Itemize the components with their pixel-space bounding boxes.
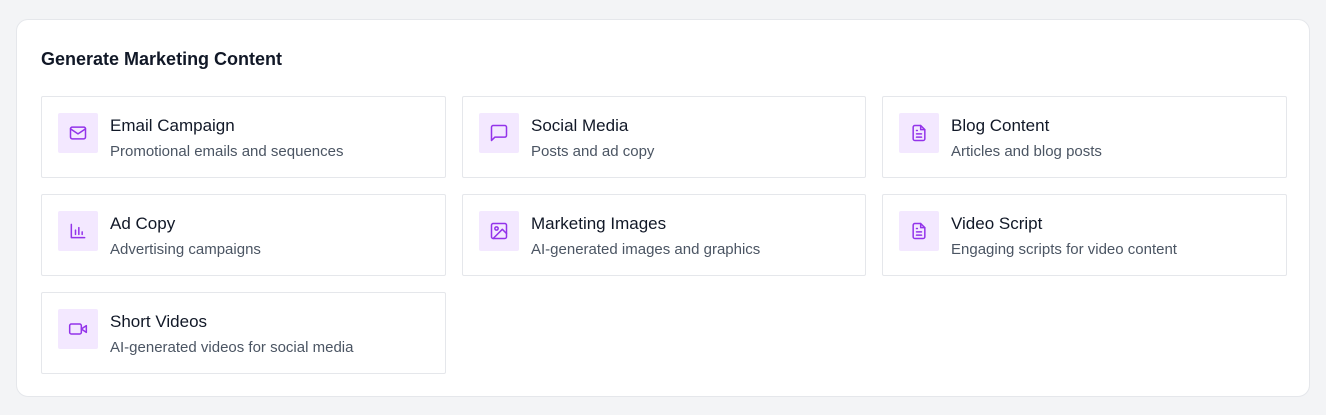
bar-chart-icon	[58, 211, 98, 251]
card-description: Engaging scripts for video content	[951, 241, 1177, 258]
card-description: AI-generated images and graphics	[531, 241, 761, 258]
card-title: Short Videos	[110, 312, 208, 331]
file-text-icon	[899, 211, 939, 251]
card-title: Social Media	[531, 116, 629, 135]
file-text-icon	[899, 113, 939, 153]
image-icon	[479, 211, 519, 251]
card-blog-content[interactable]: Blog Content Articles and blog posts	[882, 96, 1287, 178]
generate-marketing-content-panel: Generate Marketing Content Email Campaig…	[16, 19, 1310, 397]
message-square-icon	[479, 113, 519, 153]
card-social-media[interactable]: Social Media Posts and ad copy	[462, 96, 866, 178]
page-title: Generate Marketing Content	[41, 49, 283, 69]
card-title: Ad Copy	[110, 214, 176, 233]
card-title: Blog Content	[951, 116, 1050, 135]
card-description: Articles and blog posts	[951, 143, 1102, 160]
card-email-campaign[interactable]: Email Campaign Promotional emails and se…	[41, 96, 446, 178]
card-title: Marketing Images	[531, 214, 667, 233]
content-type-grid: Email Campaign Promotional emails and se…	[41, 96, 1287, 374]
video-icon	[58, 309, 98, 349]
card-title: Video Script	[951, 214, 1043, 233]
card-description: Advertising campaigns	[110, 241, 261, 258]
card-title: Email Campaign	[110, 116, 235, 135]
card-description: Promotional emails and sequences	[110, 143, 344, 160]
card-ad-copy[interactable]: Ad Copy Advertising campaigns	[41, 194, 446, 276]
card-marketing-images[interactable]: Marketing Images AI-generated images and…	[462, 194, 866, 276]
card-short-videos[interactable]: Short Videos AI-generated videos for soc…	[41, 292, 446, 374]
card-video-script[interactable]: Video Script Engaging scripts for video …	[882, 194, 1287, 276]
card-description: Posts and ad copy	[531, 143, 655, 160]
mail-icon	[58, 113, 98, 153]
card-description: AI-generated videos for social media	[110, 339, 354, 356]
